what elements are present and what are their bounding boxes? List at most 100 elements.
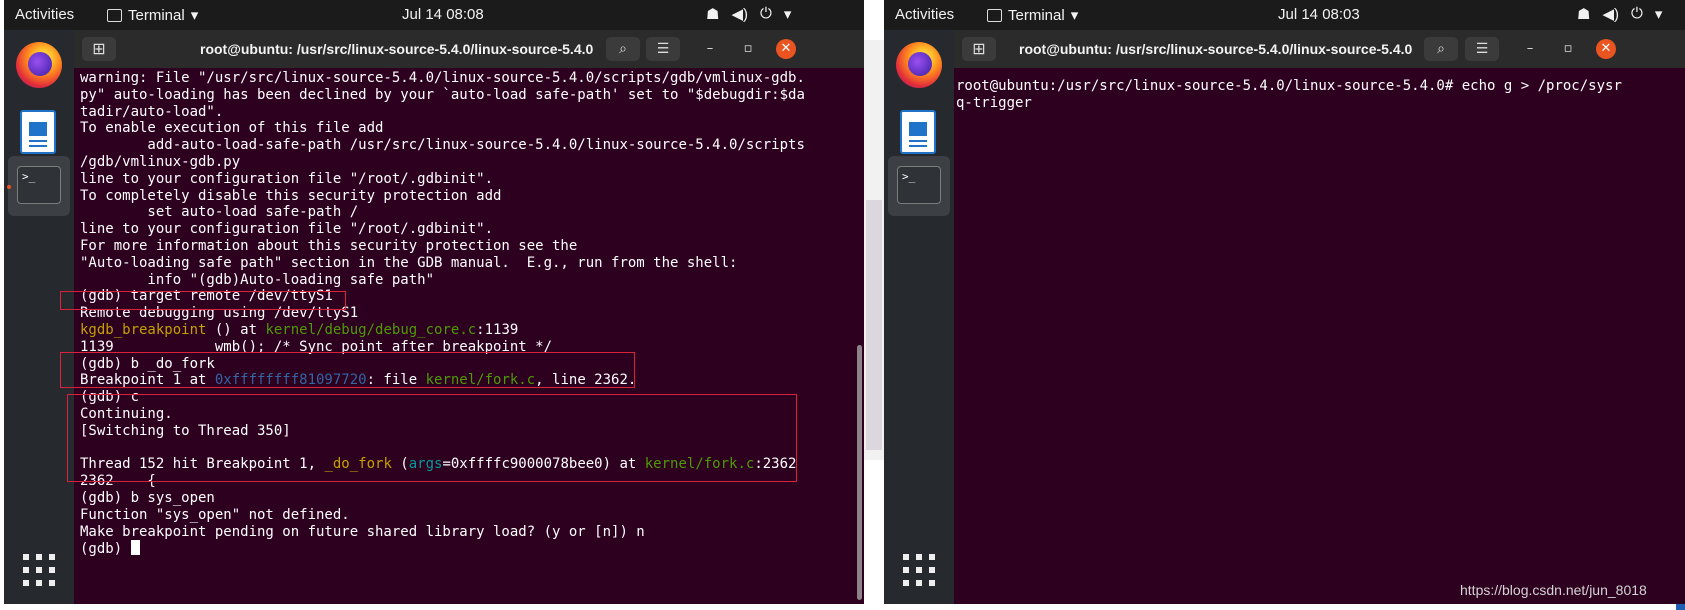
dock: >_ bbox=[884, 30, 954, 604]
terminal-line: py" auto-loading has been declined by yo… bbox=[80, 87, 852, 104]
activities-button[interactable]: Activities bbox=[895, 6, 954, 23]
terminal-text: :1139 bbox=[476, 321, 519, 338]
maximize-button[interactable]: ▫ bbox=[738, 39, 758, 59]
terminal-text: Function "sys_open" not defined. bbox=[80, 506, 350, 523]
terminal-icon bbox=[987, 8, 1002, 22]
window-title: root@ubuntu: /usr/src/linux-source-5.4.0… bbox=[200, 41, 594, 57]
close-button[interactable]: ✕ bbox=[776, 39, 796, 59]
app-menu[interactable]: Terminal ▾ bbox=[987, 6, 1078, 24]
terminal-text: Make breakpoint pending on future shared… bbox=[80, 523, 645, 540]
terminal-text: /gdb/vmlinux-gdb.py bbox=[80, 153, 241, 170]
terminal-text: info "(gdb)Auto-loading safe path" bbox=[80, 271, 435, 288]
text-cursor bbox=[130, 540, 140, 556]
minimize-button[interactable]: – bbox=[700, 39, 720, 59]
terminal-text: set auto-load safe-path / bbox=[80, 204, 359, 221]
scrollbar[interactable] bbox=[857, 345, 862, 600]
corner-mark bbox=[1676, 604, 1685, 610]
terminal-text: () at bbox=[206, 321, 266, 338]
terminal-text: kgdb_breakpoint bbox=[80, 321, 207, 338]
power-icon: ⏻ bbox=[759, 5, 772, 22]
terminal-text: To completely disable this security prot… bbox=[80, 187, 502, 204]
terminal-dock-icon[interactable]: >_ bbox=[897, 166, 941, 204]
search-button[interactable]: ⌕ bbox=[1424, 37, 1458, 61]
terminal-text: q-trigger bbox=[956, 94, 1032, 111]
terminal-text: "Auto-loading safe path" section in the … bbox=[80, 254, 738, 271]
maximize-button[interactable]: ▫ bbox=[1558, 39, 1578, 59]
minimize-button[interactable]: – bbox=[1520, 39, 1540, 59]
terminal-line: root@ubuntu:/usr/src/linux-source-5.4.0/… bbox=[956, 78, 1673, 95]
highlight-box-continue bbox=[67, 394, 797, 482]
firefox-icon[interactable] bbox=[896, 42, 942, 88]
terminal-prompt-glyph: >_ bbox=[902, 170, 916, 183]
terminal-line: warning: File "/usr/src/linux-source-5.4… bbox=[80, 70, 852, 87]
app-menu-label: Terminal bbox=[1008, 6, 1065, 24]
volume-icon: ◀) bbox=[731, 6, 748, 23]
terminal-text: (gdb) bbox=[80, 541, 131, 558]
running-indicator bbox=[7, 185, 11, 189]
terminal-text: kernel/debug/debug_core.c bbox=[265, 321, 477, 338]
new-tab-button[interactable]: ⊞ bbox=[82, 37, 116, 61]
terminal-line: (gdb) b sys_open bbox=[80, 490, 852, 507]
terminal-text: tadir/auto-load". bbox=[80, 103, 224, 120]
right-desktop: Activities Terminal ▾ Jul 14 08:03 ☗ ◀) … bbox=[884, 0, 1685, 604]
left-desktop: Activities Terminal ▾ Jul 14 08:08 ☗ ◀) … bbox=[4, 0, 864, 604]
terminal-icon bbox=[107, 8, 122, 22]
clock[interactable]: Jul 14 08:03 bbox=[1278, 6, 1360, 23]
new-tab-button[interactable]: ⊞ bbox=[962, 37, 996, 61]
terminal-line: To enable execution of this file add bbox=[80, 120, 852, 137]
background-window-fragment bbox=[864, 40, 884, 460]
window-titlebar: ⊞ root@ubuntu: /usr/src/linux-source-5.4… bbox=[954, 30, 1685, 68]
search-button[interactable]: ⌕ bbox=[606, 37, 640, 61]
terminal-dock-icon[interactable]: >_ bbox=[17, 166, 61, 204]
terminal-line: line to your configuration file "/root/.… bbox=[80, 221, 852, 238]
terminal-line: Function "sys_open" not defined. bbox=[80, 507, 852, 524]
libreoffice-writer-icon[interactable] bbox=[20, 110, 56, 154]
terminal-line: (gdb) bbox=[80, 540, 852, 557]
volume-icon: ◀) bbox=[1602, 6, 1619, 23]
show-applications-icon[interactable] bbox=[23, 554, 55, 586]
terminal-text: For more information about this security… bbox=[80, 237, 578, 254]
terminal-line: add-auto-load-safe-path /usr/src/linux-s… bbox=[80, 137, 852, 154]
terminal-text: To enable execution of this file add bbox=[80, 120, 384, 137]
network-icon: ☗ bbox=[1577, 6, 1591, 23]
watermark: https://blog.csdn.net/jun_8018 bbox=[1460, 582, 1647, 598]
menu-button[interactable]: ☰ bbox=[1465, 37, 1499, 61]
activities-button[interactable]: Activities bbox=[15, 6, 74, 23]
system-tray[interactable]: ☗ ◀) ⏻ ▾ bbox=[706, 5, 791, 23]
window-titlebar: ⊞ root@ubuntu: /usr/src/linux-source-5.4… bbox=[74, 30, 864, 68]
network-icon: ☗ bbox=[706, 6, 720, 23]
app-menu-label: Terminal bbox=[128, 6, 185, 24]
terminal-line: To completely disable this security prot… bbox=[80, 188, 852, 205]
terminal-text: add-auto-load-safe-path /usr/src/linux-s… bbox=[80, 137, 805, 154]
close-button[interactable]: ✕ bbox=[1596, 39, 1616, 59]
highlight-box-target-remote bbox=[60, 291, 346, 310]
terminal-line: Make breakpoint pending on future shared… bbox=[80, 524, 852, 541]
window-title: root@ubuntu: /usr/src/linux-source-5.4.0… bbox=[1019, 41, 1413, 57]
top-bar: Activities Terminal ▾ Jul 14 08:08 ☗ ◀) … bbox=[4, 0, 864, 30]
terminal-prompt-glyph: >_ bbox=[22, 170, 36, 183]
terminal-line: info "(gdb)Auto-loading safe path" bbox=[80, 272, 852, 289]
chevron-down-icon: ▾ bbox=[783, 6, 792, 23]
app-menu[interactable]: Terminal ▾ bbox=[107, 6, 198, 24]
chevron-down-icon: ▾ bbox=[1070, 7, 1079, 24]
terminal-line: "Auto-loading safe path" section in the … bbox=[80, 255, 852, 272]
system-tray[interactable]: ☗ ◀) ⏻ ▾ bbox=[1577, 5, 1662, 23]
clock[interactable]: Jul 14 08:08 bbox=[402, 6, 484, 23]
terminal-text: root@ubuntu:/usr/src/linux-source-5.4.0/… bbox=[956, 78, 1622, 94]
top-bar: Activities Terminal ▾ Jul 14 08:03 ☗ ◀) … bbox=[884, 0, 1685, 30]
menu-button[interactable]: ☰ bbox=[646, 37, 680, 61]
libreoffice-writer-icon[interactable] bbox=[900, 110, 936, 154]
terminal-text: py" auto-loading has been declined by yo… bbox=[80, 86, 805, 103]
show-applications-icon[interactable] bbox=[903, 554, 935, 586]
terminal-text: line to your configuration file "/root/.… bbox=[80, 221, 494, 238]
terminal-line: For more information about this security… bbox=[80, 238, 852, 255]
firefox-icon[interactable] bbox=[16, 42, 62, 88]
highlight-box-breakpoint bbox=[60, 352, 635, 388]
terminal-line: kgdb_breakpoint () at kernel/debug/debug… bbox=[80, 322, 852, 339]
terminal-output[interactable]: root@ubuntu:/usr/src/linux-source-5.4.0/… bbox=[956, 78, 1673, 604]
terminal-line: line to your configuration file "/root/.… bbox=[80, 171, 852, 188]
terminal-line: set auto-load safe-path / bbox=[80, 204, 852, 221]
terminal-line: q-trigger bbox=[956, 95, 1673, 112]
terminal-text: (gdb) b sys_open bbox=[80, 489, 215, 506]
terminal-output[interactable]: warning: File "/usr/src/linux-source-5.4… bbox=[80, 70, 852, 604]
